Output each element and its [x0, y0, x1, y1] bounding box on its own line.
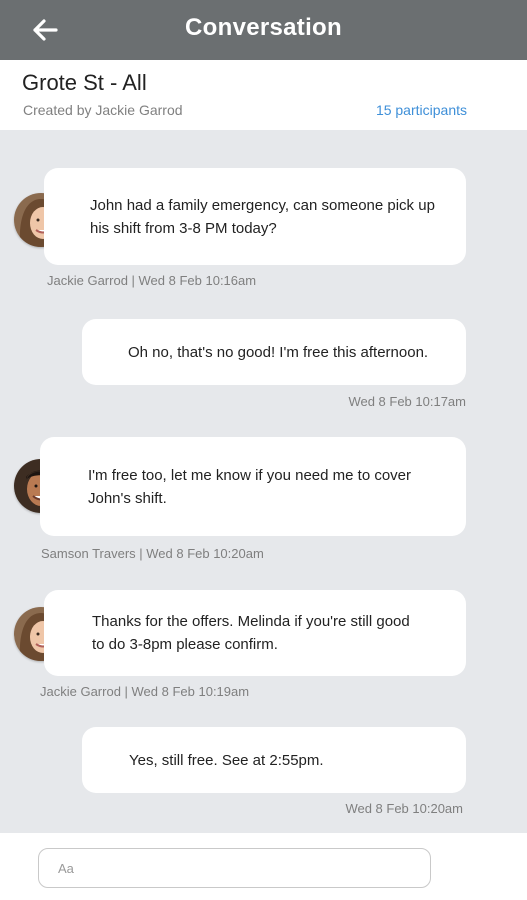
message-meta: Jackie Garrod | Wed 8 Feb 10:16am [47, 273, 257, 288]
message-meta: Samson Travers | Wed 8 Feb 10:20am [41, 546, 264, 561]
message-bubble-outgoing[interactable]: Oh no, that's no good! I'm free this aft… [82, 319, 466, 385]
message-bubble[interactable]: I'm free too, let me know if you need me… [40, 437, 466, 536]
message-bubble[interactable]: Thanks for the offers. Melinda if you're… [44, 590, 466, 676]
message-meta: Wed 8 Feb 10:17am [348, 394, 466, 409]
conversation-info: Grote St - All Created by Jackie Garrod … [0, 60, 527, 130]
page-title: Conversation [185, 14, 342, 41]
message-text: Yes, still free. See at 2:55pm. [129, 751, 324, 769]
message-composer [0, 833, 527, 900]
message-text: I'm free too, let me know if you need me… [88, 466, 412, 507]
message-text: Oh no, that's no good! I'm free this aft… [128, 343, 429, 361]
message-meta: Wed 8 Feb 10:20am [345, 801, 463, 816]
app-header: Conversation [0, 0, 527, 60]
message-list[interactable]: John had a family emergency, can someone… [0, 130, 527, 833]
message-text: John had a family emergency, can someone… [90, 196, 435, 237]
message-bubble[interactable]: John had a family emergency, can someone… [44, 168, 466, 265]
message-input[interactable] [39, 849, 430, 887]
created-by-text: Created by Jackie Garrod [23, 102, 183, 118]
message-text: Thanks for the offers. Melinda if you're… [92, 613, 410, 653]
message-meta: Jackie Garrod | Wed 8 Feb 10:19am [40, 684, 250, 699]
message-input-wrapper [38, 848, 431, 888]
conversation-title: Grote St - All [22, 70, 147, 95]
participants-link[interactable]: 15 participants [376, 102, 467, 118]
message-bubble-outgoing[interactable]: Yes, still free. See at 2:55pm. [82, 727, 466, 793]
